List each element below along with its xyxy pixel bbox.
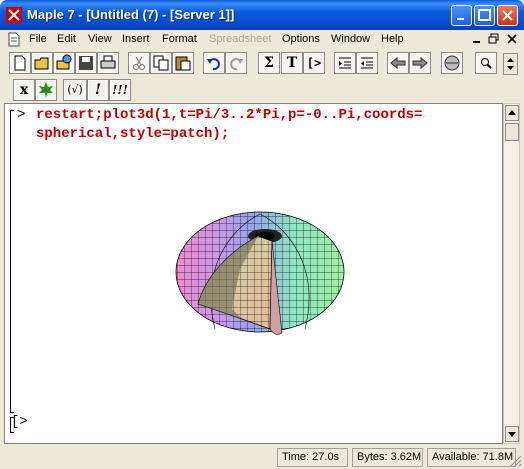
title-bar: Maple 7 - [Untitled (7) - [Server 1]] <box>0 0 524 30</box>
maximize-button[interactable] <box>474 5 495 26</box>
print-icon <box>100 55 116 69</box>
stop-icon <box>444 55 460 71</box>
cut-button[interactable] <box>128 52 150 74</box>
cut-icon <box>133 56 145 70</box>
sum-button[interactable]: Σ <box>258 52 280 74</box>
menu-view[interactable]: View <box>88 33 112 45</box>
scroll-up-button[interactable] <box>505 105 519 121</box>
status-bar: Time: 27.0s Bytes: 3.62M Available: 71.8… <box>0 446 524 469</box>
indent-button[interactable] <box>334 52 356 74</box>
check-icon: (√) <box>67 83 83 96</box>
bang-icon: ! <box>94 82 102 98</box>
back-button[interactable] <box>387 52 409 74</box>
menu-insert[interactable]: Insert <box>122 33 150 45</box>
status-bytes: Bytes: 3.62M <box>352 448 423 467</box>
paste-button[interactable] <box>172 52 194 74</box>
open-button[interactable] <box>31 52 53 74</box>
sum-icon: Σ <box>264 55 274 71</box>
math-x-icon: x <box>19 82 29 98</box>
text-icon: T <box>286 55 298 71</box>
new-icon <box>14 55 26 71</box>
undo-button[interactable] <box>203 52 225 74</box>
mdi-minimize-icon[interactable] <box>470 33 484 45</box>
arrow-up-icon <box>508 110 516 115</box>
resize-grip-icon[interactable] <box>509 454 522 467</box>
validate-button[interactable]: (√) <box>63 79 87 101</box>
bang-all-icon: !!! <box>112 83 128 97</box>
globe-folder-icon <box>56 54 72 70</box>
copy-icon <box>153 55 169 71</box>
maple-leaf-icon <box>39 82 53 98</box>
arrow-down-icon <box>508 432 516 437</box>
mdi-restore-icon[interactable] <box>487 33 501 45</box>
menu-spreadsheet: Spreadsheet <box>209 33 272 45</box>
execution-group-bracket <box>10 110 14 413</box>
math-button[interactable]: x <box>13 79 35 101</box>
context-toolbar: x (√) ! !!! <box>0 77 524 102</box>
scrollbar-thumb[interactable] <box>505 123 519 141</box>
undo-icon <box>207 58 220 71</box>
plot3d-output[interactable] <box>170 209 350 339</box>
menu-edit[interactable]: Edit <box>57 33 76 45</box>
execute-button[interactable]: [> <box>303 52 325 74</box>
menu-options[interactable]: Options <box>282 33 320 45</box>
redo-icon <box>230 58 243 71</box>
paste-icon <box>175 56 191 71</box>
status-available: Available: 71.8M <box>427 448 516 467</box>
zoom-button[interactable] <box>475 52 497 74</box>
copy-button[interactable] <box>150 52 172 74</box>
document-icon[interactable] <box>6 32 22 47</box>
execute-icon: [> <box>306 56 322 70</box>
menu-help[interactable]: Help <box>381 33 404 45</box>
empty-prompt[interactable]: [> <box>11 414 28 430</box>
command-line-1[interactable]: restart;plot3d(1,t=Pi/3..2*Pi,p=-0..Pi,c… <box>36 107 422 123</box>
maple-app-icon <box>6 7 22 23</box>
menu-bar: File Edit View Insert Format Spreadsheet… <box>0 30 524 49</box>
open-icon <box>34 57 49 70</box>
save-icon <box>79 56 93 70</box>
execute-group-button[interactable]: ! <box>87 79 109 101</box>
command-line-2[interactable]: spherical,style=patch); <box>36 126 229 142</box>
stop-button[interactable] <box>441 52 463 74</box>
indent-icon <box>339 57 351 69</box>
back-icon <box>390 56 406 70</box>
text-button[interactable]: T <box>281 52 303 74</box>
mdi-close-icon[interactable] <box>505 33 519 45</box>
minimize-button[interactable] <box>451 5 472 26</box>
execute-all-button[interactable]: !!! <box>109 79 131 101</box>
menu-window[interactable]: Window <box>331 33 370 45</box>
outdent-button[interactable] <box>356 52 378 74</box>
forward-button[interactable] <box>409 52 431 74</box>
open-url-button[interactable] <box>53 52 75 74</box>
window-title: Maple 7 - [Untitled (7) - [Server 1]] <box>27 7 235 22</box>
main-toolbar: Σ T [> <box>0 49 524 77</box>
toolbar-scroll[interactable] <box>503 53 518 75</box>
chevron-up-icon <box>507 58 514 70</box>
worksheet[interactable]: > restart;plot3d(1,t=Pi/3..2*Pi,p=-0..Pi… <box>4 103 503 444</box>
vertical-scrollbar[interactable] <box>503 103 520 444</box>
menu-file[interactable]: File <box>29 33 47 45</box>
status-time: Time: 27.0s <box>277 448 348 467</box>
outdent-icon <box>361 57 373 69</box>
close-button[interactable] <box>497 5 518 26</box>
maple-input-button[interactable] <box>35 79 57 101</box>
input-prompt: > <box>17 107 26 123</box>
zoom-icon <box>481 58 492 69</box>
print-button[interactable] <box>97 52 119 74</box>
menu-format[interactable]: Format <box>162 33 197 45</box>
scroll-down-button[interactable] <box>505 426 519 442</box>
redo-button[interactable] <box>225 52 247 74</box>
forward-icon <box>412 56 428 70</box>
new-button[interactable] <box>9 52 31 74</box>
save-button[interactable] <box>75 52 97 74</box>
